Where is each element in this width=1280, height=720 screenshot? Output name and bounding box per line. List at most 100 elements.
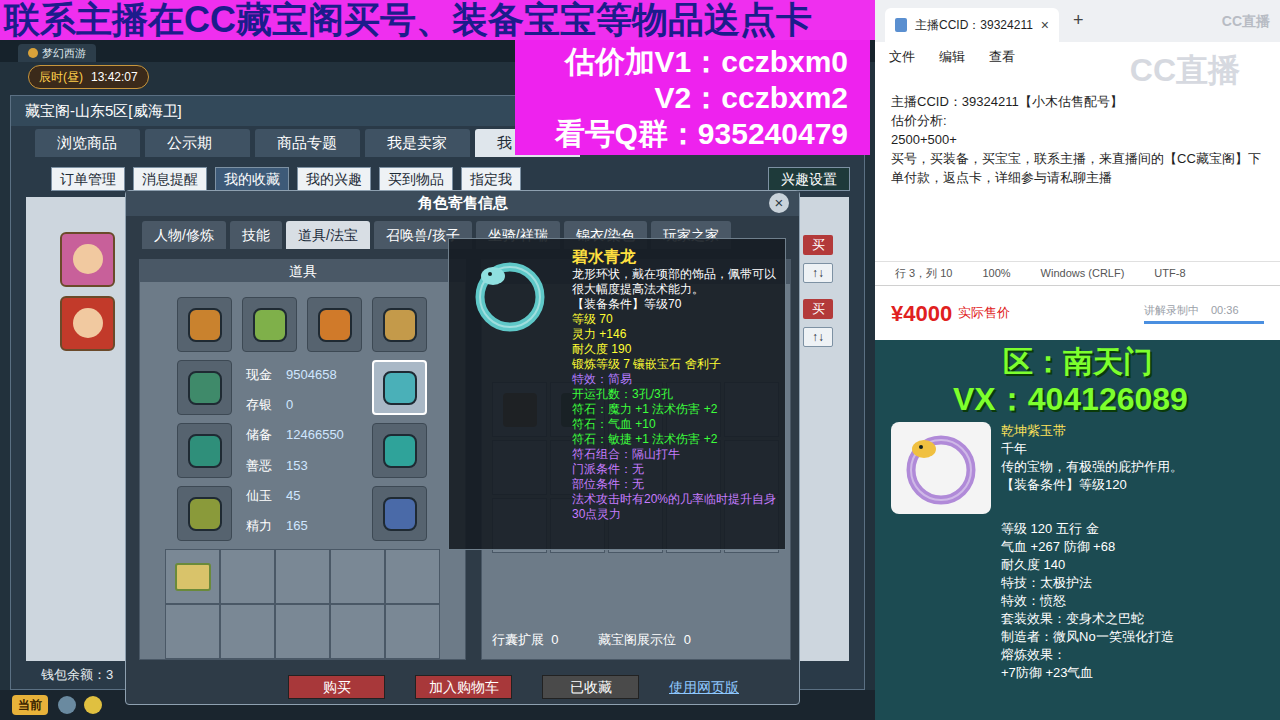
sub-tab[interactable]: 我的收藏 [215, 167, 289, 191]
menu-item[interactable]: 文件 [889, 47, 915, 67]
item-icon [383, 497, 417, 531]
sort-button[interactable]: ↑↓ [803, 327, 833, 347]
close-button[interactable]: × [769, 193, 789, 213]
items-panel: 道具现金9504658 存银0 储备12466550 善恶153 仙玉45 精力165 [139, 259, 466, 660]
new-tab-button[interactable]: + [1073, 7, 1084, 34]
bag-slot[interactable] [330, 604, 385, 659]
item-icon [188, 371, 222, 405]
price-strip: ¥4000实际售价讲解录制中00:36 [875, 285, 1280, 340]
dialog-tab[interactable]: 人物/修炼 [142, 221, 226, 249]
sub-tab[interactable]: 消息提醒 [133, 167, 207, 191]
stat-row: 现金9504658 [246, 366, 372, 384]
bag-slot[interactable] [220, 549, 275, 604]
item-attributes: 等级 120 五行 金气血 +267 防御 +68耐久度 140特技：太极护法特… [891, 520, 1280, 682]
sub-tab[interactable]: 指定我 [461, 167, 521, 191]
main-tab[interactable]: 商品专题 [255, 129, 360, 157]
item-icon [383, 308, 417, 342]
scroll-icon [175, 563, 211, 591]
action-button[interactable]: 购买 [288, 675, 385, 699]
bag-slot[interactable] [275, 604, 330, 659]
sub-tab[interactable]: 我的兴趣 [297, 167, 371, 191]
main-tab[interactable]: 浏览商品 [35, 129, 140, 157]
menu-item[interactable]: 编辑 [939, 47, 965, 67]
item-tooltip: 碧水青龙龙形环状，戴在项部的饰品，佩带可以很大幅度提高法术能力。【装备条件】等级… [448, 238, 786, 550]
stats: 现金9504658 存银0 储备12466550 善恶153 仙玉45 精力165 [232, 360, 372, 541]
sub-tab[interactable]: 订单管理 [51, 167, 125, 191]
item-panel: 区：南天门VX：404126089 乾坤紫玉带千年传的宝物，有极强的庇护作用。【装… [875, 340, 1280, 720]
equipment-slot[interactable] [372, 423, 427, 478]
watermark: CC直播 [1130, 50, 1240, 90]
stat-row: 仙玉45 [246, 487, 372, 505]
item-image [891, 422, 991, 514]
window-tab[interactable]: 梦幻西游 [18, 44, 96, 62]
sort-button[interactable]: ↑↓ [803, 263, 833, 283]
notepad-titlebar: 主播CCID：39324211× + CC直播 [875, 0, 1280, 42]
item-icon [188, 434, 222, 468]
watermark-small: CC直播 [1222, 11, 1270, 32]
sub-tabs: 订单管理消息提醒我的收藏我的兴趣买到物品指定我 兴趣设置 [11, 166, 864, 192]
interest-settings-button[interactable]: 兴趣设置 [768, 167, 850, 191]
top-banner: 联系主播在CC藏宝阁买号、装备宝宝等物品送点卡 [0, 0, 875, 40]
buy-button[interactable]: 买 [803, 235, 833, 255]
bag-grid [165, 549, 440, 659]
avatar-icon [60, 232, 115, 287]
sub-tab[interactable]: 买到物品 [379, 167, 453, 191]
main-tab[interactable]: 公示期 [145, 129, 250, 157]
stat-row: 精力165 [246, 517, 372, 535]
equipment-slot[interactable] [177, 486, 232, 541]
stat-row: 善恶153 [246, 457, 372, 475]
game-area: 联系主播在CC藏宝阁买号、装备宝宝等物品送点卡梦幻西游辰时(昼)13:42:07… [0, 0, 875, 720]
item-icon [188, 497, 222, 531]
emoji-icon[interactable] [84, 696, 102, 714]
equipment-slot[interactable] [372, 486, 427, 541]
dialog-tab[interactable]: 技能 [230, 221, 282, 249]
equipment-slot[interactable] [177, 423, 232, 478]
contact-label: VX：404126089 [891, 380, 1280, 418]
bag-slot[interactable] [385, 604, 440, 659]
notepad-window: 主播CCID：39324211×+CC直播文件编辑查看主播CCID：393242… [875, 0, 1280, 285]
stat-row: 存银0 [246, 396, 372, 414]
bag-slot[interactable] [275, 549, 330, 604]
item-icon [383, 434, 417, 468]
item-icon [188, 308, 222, 342]
item-header: 乾坤紫玉带千年传的宝物，有极强的庇护作用。【装备条件】等级120 [891, 422, 1280, 514]
recording-indicator: 讲解录制中00:36 [1144, 302, 1264, 325]
dialog-actions: 购买 加入购物车 已收藏 使用网页版 [126, 675, 799, 699]
game-icon [28, 48, 38, 58]
notepad-status: 行 3，列 10100%Windows (CRLF)UTF-8 [875, 261, 1280, 285]
storage-footer: 行囊扩展 0藏宝阁展示位 0 [482, 630, 790, 660]
dialog-tab[interactable]: 道具/法宝 [286, 221, 370, 249]
stat-row: 储备12466550 [246, 426, 372, 444]
item-icon [253, 308, 287, 342]
game-clock: 辰时(昼)13:42:07 [28, 65, 149, 89]
tab-close-button[interactable]: × [1041, 15, 1049, 36]
notepad-tab[interactable]: 主播CCID：39324211× [885, 8, 1059, 42]
chat-channel[interactable]: 当前 [12, 695, 48, 715]
bag-slot[interactable] [220, 604, 275, 659]
dragon-ring-icon [465, 250, 555, 340]
mic-icon[interactable] [58, 696, 76, 714]
equipment-slot[interactable] [372, 360, 427, 415]
panel-header: 道具 [140, 260, 465, 282]
equipment-slot[interactable] [242, 297, 297, 352]
bag-slot[interactable] [330, 549, 385, 604]
equipment-slot[interactable] [307, 297, 362, 352]
buy-button[interactable]: 买 [803, 299, 833, 319]
notepad-content: 主播CCID：39324211【小木估售配号】估价分析:2500+500+买号，… [875, 72, 1280, 261]
bag-slot[interactable] [165, 549, 220, 604]
bag-slot[interactable] [385, 549, 440, 604]
web-version-link[interactable]: 使用网页版 [669, 677, 739, 698]
action-button[interactable]: 加入购物车 [415, 675, 512, 699]
server-label: 区：南天门 [891, 344, 1280, 380]
menu-item[interactable]: 查看 [989, 47, 1015, 67]
item-icon [383, 371, 417, 405]
action-button[interactable]: 已收藏 [542, 675, 639, 699]
screen: 联系主播在CC藏宝阁买号、装备宝宝等物品送点卡梦幻西游辰时(昼)13:42:07… [0, 0, 1280, 720]
main-tab[interactable]: 我是卖家 [365, 129, 470, 157]
equipment-slot[interactable] [372, 297, 427, 352]
equipment-slot[interactable] [177, 297, 232, 352]
jade-belt-icon [896, 423, 986, 513]
equipment-slot[interactable] [177, 360, 232, 415]
bag-slot[interactable] [165, 604, 220, 659]
notepad-icon [895, 18, 907, 32]
